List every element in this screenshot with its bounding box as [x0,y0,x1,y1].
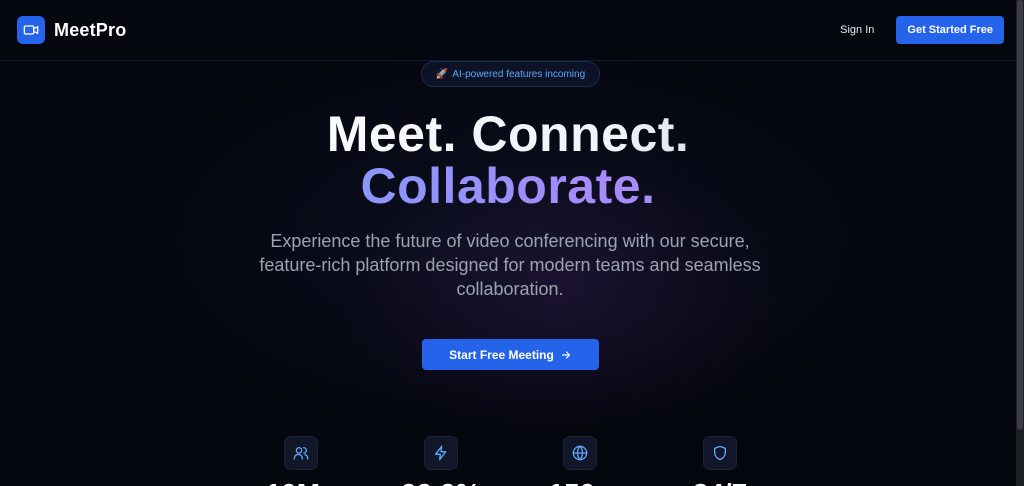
brand[interactable]: MeetPro [17,16,126,44]
sign-in-link[interactable]: Sign In [840,24,874,36]
stat-value: 99.9% [401,478,480,486]
globe-icon [563,436,597,470]
vertical-scrollbar[interactable] [1016,0,1024,486]
scrollbar-thumb[interactable] [1017,0,1023,430]
stats-row: 10M+ 99.9% 150+ [0,436,1016,486]
stat-countries: 150+ [548,436,612,486]
nav-actions: Sign In Get Started Free [840,16,1004,44]
hero-title-line1: Meet. Connect. [0,108,1016,160]
lightning-icon [424,436,458,470]
shield-icon [703,436,737,470]
users-icon [284,436,318,470]
hero-title-line2: Collaborate. [0,160,1016,212]
arrow-right-icon [561,350,570,359]
video-camera-icon [17,16,45,44]
announcement-badge: 🚀 AI-powered features incoming [421,61,600,87]
hero-subtitle: Experience the future of video conferenc… [259,231,761,299]
stat-value: 24/7 [693,478,748,486]
get-started-button[interactable]: Get Started Free [896,16,1004,44]
brand-name: MeetPro [54,19,127,40]
stat-value: 10M+ [266,478,337,486]
hero-title: Meet. Connect. Collaborate. [0,108,1016,212]
stat-support: 24/7 [693,436,747,486]
cta-label: Start Free Meeting [449,347,554,362]
start-free-meeting-button[interactable]: Start Free Meeting [422,339,599,370]
top-nav: MeetPro Sign In Get Started Free [0,0,1016,61]
badge-text: AI-powered features incoming [452,68,586,80]
stat-users: 10M+ [266,436,336,486]
stat-value: 150+ [548,478,611,486]
stat-uptime: 99.9% [401,436,481,486]
landing-page: MeetPro Sign In Get Started Free 🚀 AI-po… [0,0,1016,486]
rocket-icon: 🚀 [435,68,449,80]
